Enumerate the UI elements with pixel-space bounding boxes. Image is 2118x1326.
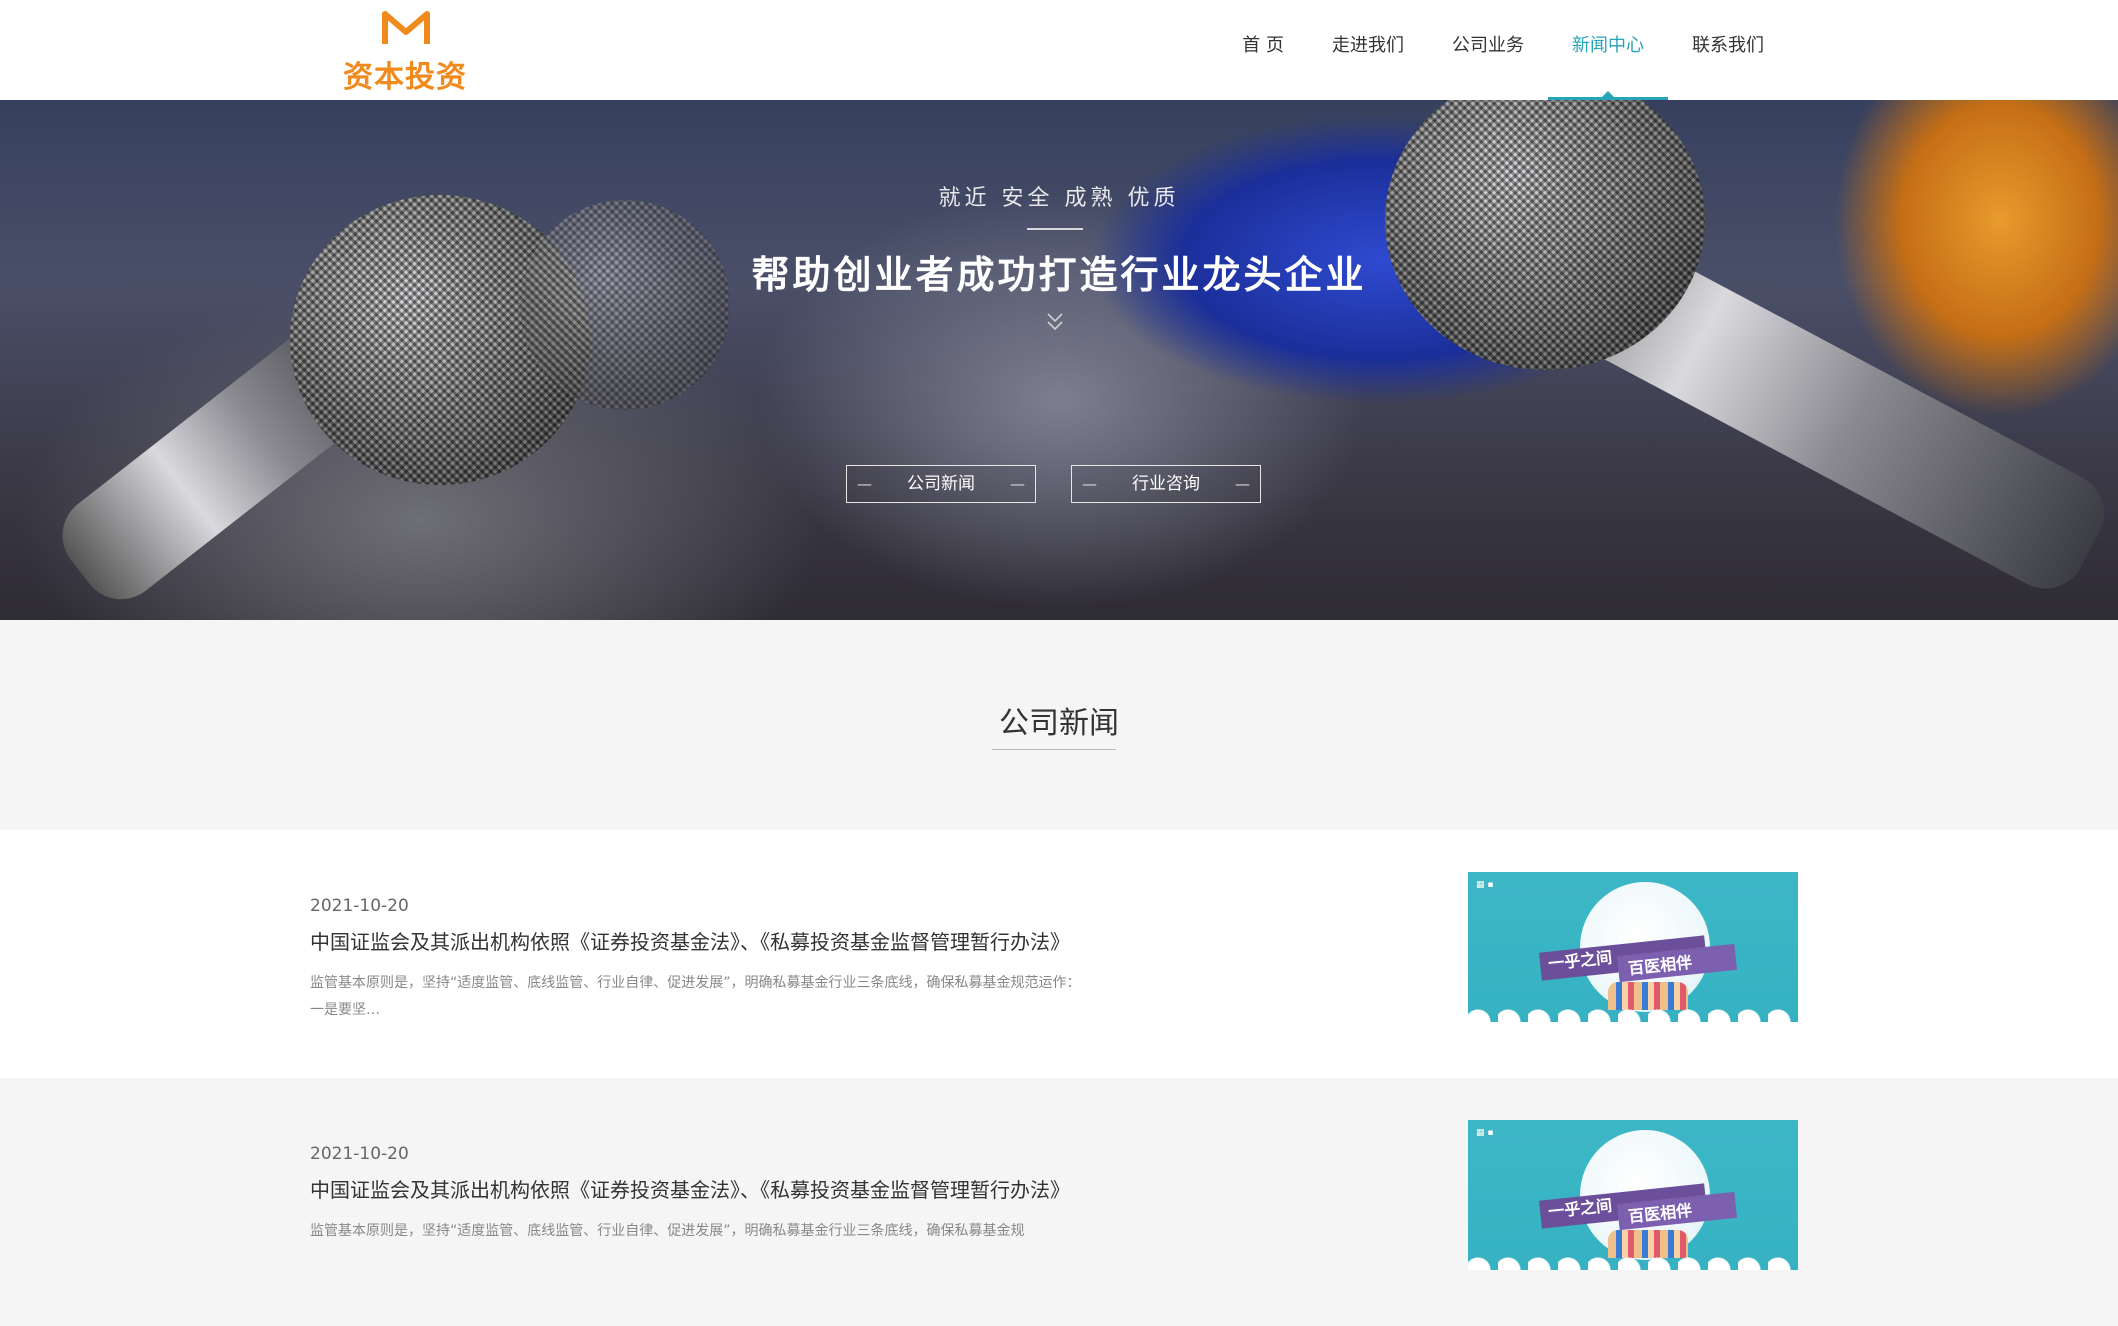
news-date: 2021-10-20 bbox=[310, 896, 409, 916]
news-title-link[interactable]: 中国证监会及其派出机构依照《证券投资基金法》、《私募投资基金监督管理暂行办法》 bbox=[310, 926, 1070, 955]
section-underline bbox=[992, 749, 1116, 750]
news-item[interactable]: 2021-10-20 中国证监会及其派出机构依照《证券投资基金法》、《私募投资基… bbox=[0, 1078, 2118, 1326]
chevron-down-icon bbox=[1047, 313, 1063, 331]
nav-contact[interactable]: 联系我们 bbox=[1668, 0, 1788, 100]
thumb-logo-icon: ▦ ▪ bbox=[1476, 1128, 1494, 1138]
site-header: 资本投资 首 页 走进我们 公司业务 新闻中心 联系我们 bbox=[0, 0, 2118, 100]
banner-title: 帮助创业者成功打造行业龙头企业 bbox=[751, 253, 1367, 297]
news-summary: 监管基本原则是，坚持“适度监管、底线监管、行业自律、促进发展”，明确私募基金行业… bbox=[310, 1223, 1025, 1239]
banner-content: 就近 安全 成熟 优质 帮助创业者成功打造行业龙头企业 — 公司新闻 — — 行… bbox=[0, 100, 2118, 620]
dash-left-icon: — bbox=[1082, 475, 1097, 493]
nav-business[interactable]: 公司业务 bbox=[1428, 0, 1548, 100]
site-logo[interactable]: 资本投资 bbox=[340, 8, 470, 95]
logo-mark-icon bbox=[382, 11, 430, 44]
section-header: 公司新闻 bbox=[0, 620, 2118, 830]
nav-home[interactable]: 首 页 bbox=[1218, 0, 1308, 100]
company-news-label: 公司新闻 bbox=[907, 474, 975, 494]
banner-divider bbox=[1027, 228, 1083, 230]
industry-consult-label: 行业咨询 bbox=[1132, 474, 1200, 494]
cloud-decoration bbox=[1468, 1248, 1798, 1270]
news-item[interactable]: 2021-10-20 中国证监会及其派出机构依照《证券投资基金法》、《私募投资基… bbox=[0, 830, 2118, 1078]
news-title-link[interactable]: 中国证监会及其派出机构依照《证券投资基金法》、《私募投资基金监督管理暂行办法》 bbox=[310, 1174, 1070, 1203]
section-title: 公司新闻 bbox=[999, 706, 1119, 741]
nav-about[interactable]: 走进我们 bbox=[1308, 0, 1428, 100]
banner-subtitle: 就近 安全 成熟 优质 bbox=[938, 186, 1180, 211]
dash-right-icon: — bbox=[1235, 475, 1250, 493]
thumb-logo-icon: ▦ ▪ bbox=[1476, 880, 1494, 890]
main-nav: 首 页 走进我们 公司业务 新闻中心 联系我们 bbox=[1218, 0, 1788, 100]
news-thumbnail[interactable]: ▦ ▪ 一乎之间 百医相伴 bbox=[1468, 872, 1798, 1022]
cloud-decoration bbox=[1468, 1000, 1798, 1022]
nav-news[interactable]: 新闻中心 bbox=[1548, 0, 1668, 100]
dash-right-icon: — bbox=[1010, 475, 1025, 493]
news-summary: 监管基本原则是，坚持“适度监管、底线监管、行业自律、促进发展”，明确私募基金行业… bbox=[310, 975, 1081, 1018]
company-news-button[interactable]: — 公司新闻 — bbox=[846, 465, 1036, 503]
news-date: 2021-10-20 bbox=[310, 1144, 409, 1164]
logo-text: 资本投资 bbox=[343, 60, 467, 95]
industry-consult-button[interactable]: — 行业咨询 — bbox=[1071, 465, 1261, 503]
news-thumbnail[interactable]: ▦ ▪ 一乎之间 百医相伴 bbox=[1468, 1120, 1798, 1270]
dash-left-icon: — bbox=[857, 475, 872, 493]
hero-banner: 就近 安全 成熟 优质 帮助创业者成功打造行业龙头企业 — 公司新闻 — — 行… bbox=[0, 100, 2118, 620]
